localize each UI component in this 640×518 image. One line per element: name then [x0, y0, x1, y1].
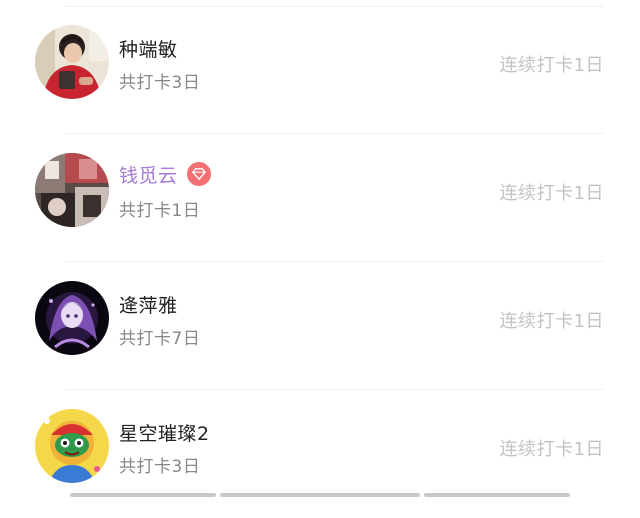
user-name[interactable]: 种端敏 — [119, 35, 178, 62]
tab-indicator-segment — [70, 493, 216, 497]
bottom-tab-indicator — [0, 493, 640, 497]
vip-diamond-badge — [186, 162, 211, 186]
checkin-row[interactable]: 种端敏 共打卡3日 连续打卡1日 — [0, 6, 640, 134]
user-avatar[interactable] — [35, 409, 109, 483]
user-avatar[interactable] — [35, 153, 109, 227]
user-name-line: 钱觅云 — [119, 161, 211, 187]
streak-checkin-days: 连续打卡1日 — [499, 311, 604, 332]
user-avatar-red-sweater-icon — [35, 25, 109, 99]
user-name[interactable]: 钱觅云 — [119, 161, 178, 188]
user-avatar-anime-purple-icon — [35, 281, 109, 355]
streak-checkin-days: 连续打卡1日 — [499, 183, 604, 204]
user-name-line: 种端敏 — [119, 35, 178, 61]
user-avatar[interactable] — [35, 281, 109, 355]
total-checkin-days: 共打卡3日 — [119, 457, 201, 477]
tab-indicator-segment — [220, 493, 420, 497]
streak-checkin-days: 连续打卡1日 — [499, 439, 604, 460]
diamond-icon — [191, 168, 206, 180]
total-checkin-days: 共打卡7日 — [119, 329, 201, 349]
user-avatar-cartoon-yellow-icon — [35, 409, 109, 483]
streak-checkin-days: 连续打卡1日 — [499, 55, 604, 76]
user-name-line: 逄萍雅 — [119, 291, 178, 317]
user-avatar[interactable] — [35, 25, 109, 99]
total-checkin-days: 共打卡1日 — [119, 201, 201, 221]
checkin-row[interactable]: 逄萍雅 共打卡7日 连续打卡1日 — [0, 262, 640, 390]
user-name[interactable]: 逄萍雅 — [119, 291, 178, 318]
user-avatar-photo-collage-icon — [35, 153, 109, 227]
user-name[interactable]: 星空璀璨2 — [119, 419, 210, 446]
checkin-row[interactable]: 钱觅云 共打卡1日 连续打卡1日 — [0, 134, 640, 262]
tab-indicator-segment — [424, 493, 570, 497]
user-name-line: 星空璀璨2 — [119, 419, 210, 445]
total-checkin-days: 共打卡3日 — [119, 73, 201, 93]
